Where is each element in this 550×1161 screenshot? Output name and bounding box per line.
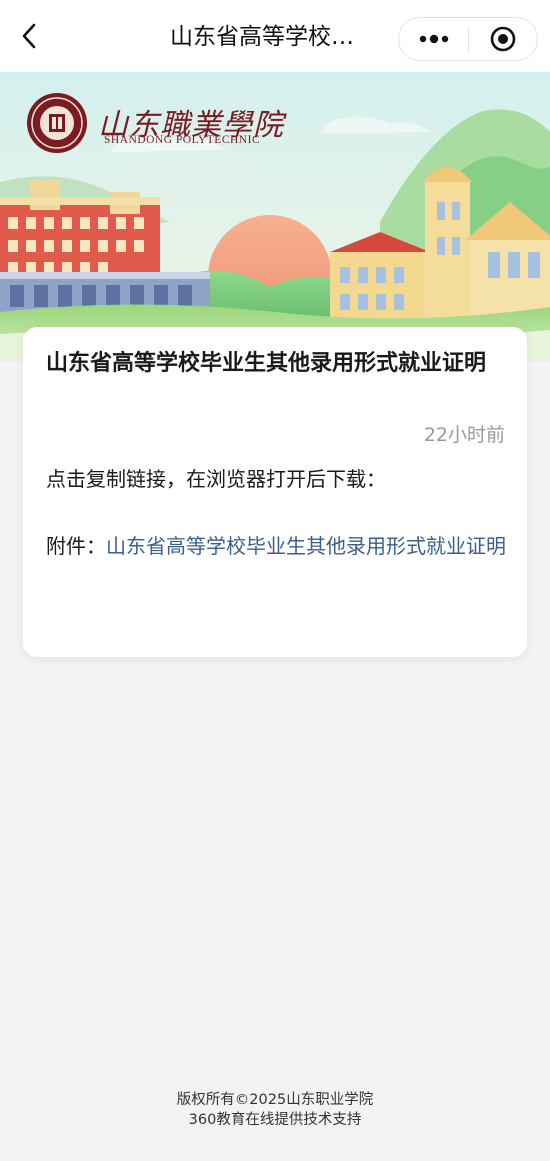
back-button[interactable] [8, 14, 52, 58]
mini-program-capsule [398, 17, 538, 61]
school-logo-seal [27, 93, 87, 153]
chevron-left-icon [22, 23, 36, 49]
campus-banner: 山东職業學院 SHANDONG POLYTECHNIC [0, 72, 550, 362]
attachment-link[interactable]: 山东省高等学校毕业生其他录用形式就业证明 [106, 534, 506, 558]
page-title: 山东省高等学校… [170, 24, 354, 50]
article-title: 山东省高等学校毕业生其他录用形式就业证明 [46, 351, 487, 376]
download-instruction: 点击复制链接，在浏览器打开后下载： [46, 467, 386, 491]
close-button[interactable] [469, 18, 537, 60]
target-circle-icon [490, 26, 516, 52]
more-dots-icon [419, 34, 448, 44]
article-card: 山东省高等学校毕业生其他录用形式就业证明 22小时前 点击复制链接，在浏览器打开… [23, 327, 527, 657]
attachment-row: 附件：山东省高等学校毕业生其他录用形式就业证明 [46, 527, 516, 565]
footer-copyright: 版权所有©2025山东职业学院 [176, 1092, 374, 1108]
attachment-label: 附件： [46, 534, 106, 558]
footer-support: 360教育在线提供技术支持 [188, 1112, 362, 1128]
school-name-en: SHANDONG POLYTECHNIC [104, 134, 261, 146]
top-navbar: 山东省高等学校… [0, 0, 550, 72]
page-footer: 版权所有©2025山东职业学院 360教育在线提供技术支持 [0, 1090, 550, 1130]
article-timestamp: 22小时前 [423, 424, 505, 446]
more-button[interactable] [399, 18, 468, 60]
